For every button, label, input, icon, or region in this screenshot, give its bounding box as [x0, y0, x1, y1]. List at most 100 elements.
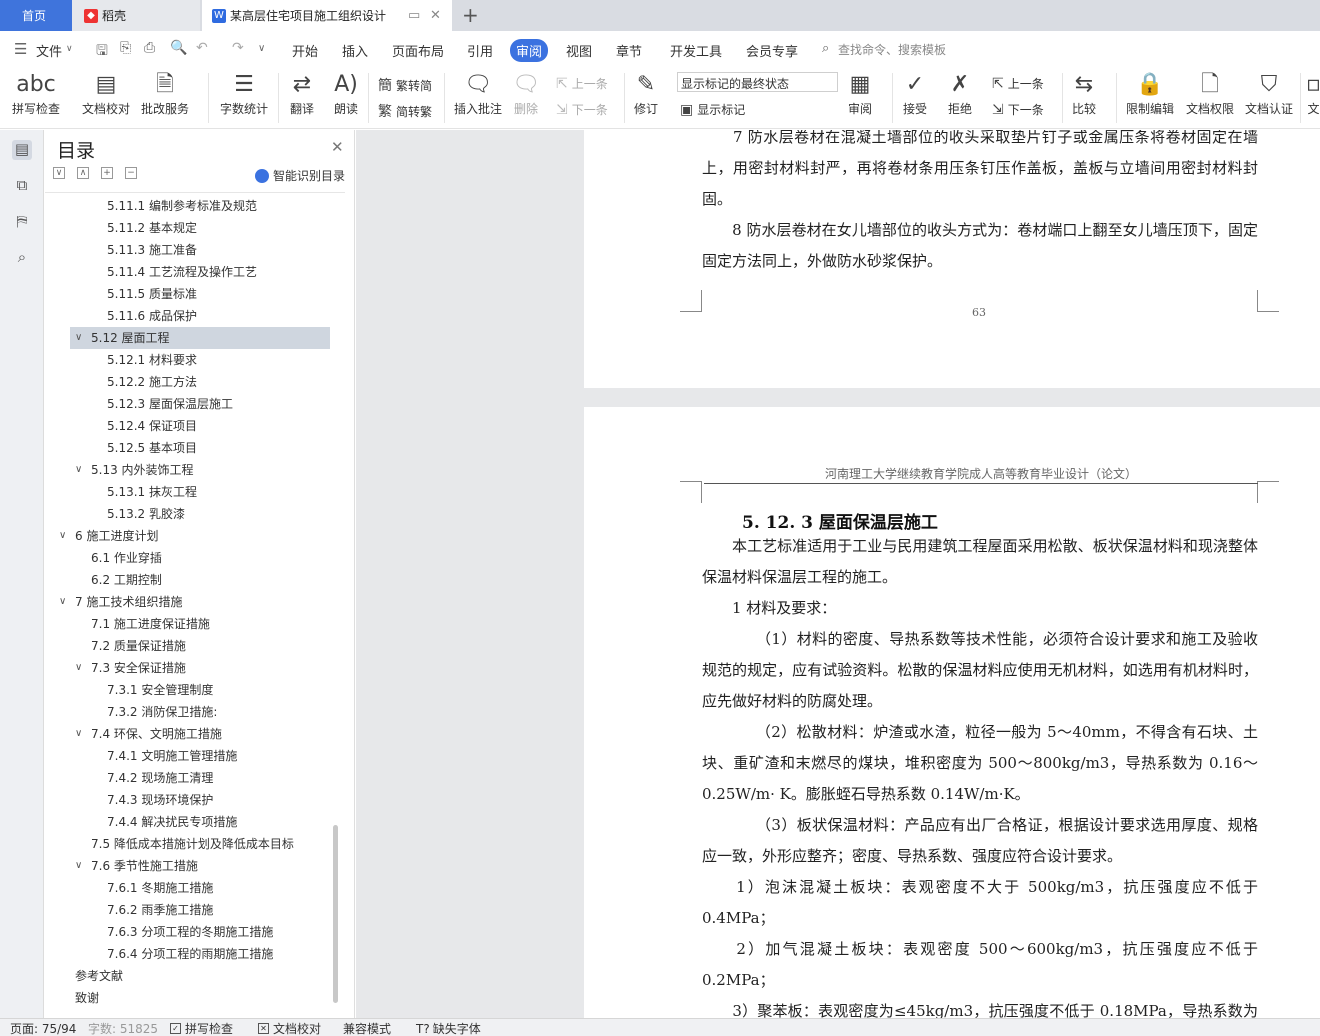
paragraph[interactable]: 8 防水层卷材在女儿墙部位的收头方式为：卷材端口上翻至女儿墙压顶下，固定固定方法… — [702, 215, 1258, 277]
print-icon[interactable]: ⎙ — [144, 40, 155, 56]
chevron-down-icon[interactable]: ∨ — [59, 591, 66, 613]
search-icon[interactable]: ⌕ — [12, 248, 32, 268]
toc-item[interactable]: 5.13.1 抹灰工程 — [107, 481, 197, 503]
simp-to-trad-button[interactable]: 繁简转繁 — [378, 101, 432, 121]
file-chevron-down-icon[interactable]: ∨ — [66, 44, 73, 54]
print-preview-icon[interactable]: 🔍 — [170, 40, 187, 56]
save-icon[interactable]: 🖫 — [96, 40, 108, 64]
word-count-button[interactable]: ☰ 字数统计 — [220, 70, 268, 117]
export-icon[interactable]: ⎘ — [120, 40, 131, 56]
toc-item[interactable]: 5.11.1 编制参考标准及规范 — [107, 195, 257, 217]
toc-item[interactable]: 6.2 工期控制 — [91, 569, 162, 591]
toc-item[interactable]: 7.4.4 解决扰民专项措施 — [107, 811, 237, 833]
expand-all-icon[interactable]: ∧ — [77, 167, 89, 179]
toc-item[interactable]: ∨ 7.4 环保、文明施工措施 — [75, 723, 222, 745]
toc-item[interactable]: 5.11.4 工艺流程及操作工艺 — [107, 261, 257, 283]
tab-document[interactable]: W 某高层住宅项目施工组织设计 ▭ ✕ — [202, 0, 452, 31]
menu-review[interactable]: 审阅 — [510, 39, 549, 62]
insert-comment-button[interactable]: 🗨 插入批注 — [454, 70, 502, 117]
menu-chapter[interactable]: 章节 — [616, 41, 642, 60]
chevron-down-icon[interactable]: ∨ — [75, 855, 82, 877]
chevron-down-icon[interactable]: ∨ — [75, 723, 82, 745]
section-heading[interactable]: 5. 12. 3 屋面保温层施工 — [742, 508, 938, 533]
next-change-button[interactable]: ⇲ 下一条 — [992, 101, 1044, 118]
paragraph[interactable]: （1）材料的密度、导热系数等技术性能，必须符合设计要求和施工及验收规范的规定，应… — [702, 624, 1258, 717]
translate-button[interactable]: ⇄ 翻译 — [290, 70, 314, 117]
paragraph[interactable]: 3）聚苯板：表观密度为≤45kg/m3，抗压强度不低于 0.18MPa，导热系数… — [702, 996, 1258, 1018]
toc-item[interactable]: 5.11.3 施工准备 — [107, 239, 197, 261]
toc-item[interactable]: 5.12.2 施工方法 — [107, 371, 197, 393]
toc-item[interactable]: 7.3.2 消防保卫措施: — [107, 701, 217, 723]
toc-item[interactable]: 5.12.5 基本项目 — [107, 437, 197, 459]
markup-state-select[interactable]: 显示标记的最终状态 — [677, 72, 838, 92]
paragraph[interactable]: 本工艺标准适用于工业与民用建筑工程屋面采用松散、板状保温材料和现浇整体保温材料保… — [702, 531, 1258, 593]
toc-item[interactable]: 7.4.2 现场施工清理 — [107, 767, 213, 789]
add-heading-icon[interactable]: + — [101, 167, 113, 179]
nav-pane-icon[interactable]: ⧉ — [12, 176, 32, 196]
toc-item[interactable]: 5.11.2 基本规定 — [107, 217, 197, 239]
accept-button[interactable]: ✓ 接受 — [903, 70, 927, 117]
menu-view[interactable]: 视图 — [566, 41, 592, 60]
undo-icon[interactable]: ↶ — [196, 40, 208, 56]
toc-item[interactable]: 7.5 降低成本措施计划及降低成本目标 — [91, 833, 294, 855]
toc-item[interactable]: 7.6.1 冬期施工措施 — [107, 877, 213, 899]
toc-item[interactable]: 7.3.1 安全管理制度 — [107, 679, 213, 701]
page-63-body[interactable]: 7 防水层卷材在混凝土墙部位的收头采取垫片钉子或金属压条将卷材固定在墙上，用密封… — [702, 130, 1258, 277]
tab-daoke[interactable]: ◆ 稻壳 — [72, 0, 200, 31]
toc-item[interactable]: 7.2 质量保证措施 — [91, 635, 186, 657]
toc-item[interactable]: 5.12.3 屋面保温层施工 — [107, 393, 233, 415]
toc-panel-icon[interactable]: ▤ — [12, 140, 32, 160]
toc-item[interactable]: ∨ 7.3 安全保证措施 — [75, 657, 186, 679]
toc-item[interactable]: 参考文献 — [75, 965, 123, 987]
chevron-down-icon[interactable]: ∨ — [75, 459, 82, 481]
toc-item[interactable]: 5.13.2 乳胶漆 — [107, 503, 185, 525]
show-markup-button[interactable]: ▣ 显示标记 — [680, 101, 745, 118]
prev-change-button[interactable]: ⇱ 上一条 — [992, 75, 1044, 92]
tab-pin-icon[interactable]: ▭ — [408, 8, 420, 23]
remove-heading-icon[interactable]: − — [125, 167, 137, 179]
doc-cert-button[interactable]: ⛉ 文档认证 — [1245, 70, 1293, 117]
read-aloud-button[interactable]: A) 朗读 — [334, 70, 358, 117]
menu-page-layout[interactable]: 页面布局 — [392, 41, 444, 60]
toc-item[interactable]: 5.12.4 保证项目 — [107, 415, 197, 437]
spell-check-button[interactable]: abc 拼写检查 — [12, 70, 60, 117]
paragraph[interactable]: 2）加气混凝土板块：表观密度 500～600kg/m3，抗压强度应不低于 0.2… — [702, 934, 1258, 996]
menu-member[interactable]: 会员专享 — [746, 41, 798, 60]
compare-button[interactable]: ⇆ 比较 — [1072, 70, 1096, 117]
close-icon[interactable]: ✕ — [331, 138, 344, 156]
tab-close-icon[interactable]: ✕ — [430, 8, 441, 23]
toc-item[interactable]: 致谢 — [75, 987, 99, 1009]
toc-item[interactable]: ∨ 5.12 屋面工程 — [75, 327, 170, 349]
toc-item[interactable]: 7.6.3 分项工程的冬期施工措施 — [107, 921, 273, 943]
chevron-down-icon[interactable]: ∨ — [75, 327, 82, 349]
toc-scrollbar[interactable] — [333, 825, 338, 1003]
paragraph[interactable]: 1 材料及要求： — [702, 593, 1258, 624]
batch-service-button[interactable]: 🗎 批改服务 — [141, 70, 189, 117]
paragraph[interactable]: （3）板状保温材料：产品应有出厂合格证，根据设计要求选用厚度、规格应一致，外形应… — [702, 810, 1258, 872]
prev-comment-button[interactable]: ⇱ 上一条 — [556, 75, 608, 92]
trad-to-simp-button[interactable]: 簡繁转简 — [378, 75, 432, 95]
chevron-down-icon[interactable]: ∨ — [75, 657, 82, 679]
ribbon-more-button[interactable]: ▫ 文 — [1306, 70, 1320, 117]
paragraph[interactable]: 7 防水层卷材在混凝土墙部位的收头采取垫片钉子或金属压条将卷材固定在墙上，用密封… — [702, 130, 1258, 215]
toc-item[interactable]: ∨ 7 施工技术组织措施 — [59, 591, 182, 613]
redo-icon[interactable]: ↷ — [232, 40, 244, 56]
page-indicator[interactable]: 页面: 75/94 — [10, 1020, 76, 1036]
toc-item[interactable]: 7.6.2 雨季施工措施 — [107, 899, 213, 921]
paragraph[interactable]: 1）泡沫混凝土板块：表观密度不大于 500kg/m3，抗压强度应不低于 0.4M… — [702, 872, 1258, 934]
toc-item[interactable]: 5.12.1 材料要求 — [107, 349, 197, 371]
tab-home[interactable]: 首页 — [0, 0, 72, 31]
toc-item[interactable]: ∨ 5.13 内外装饰工程 — [75, 459, 194, 481]
quick-access-more-icon[interactable]: ∨ — [258, 43, 265, 54]
track-changes-button[interactable]: ✎ 修订 — [634, 70, 658, 117]
toc-item[interactable]: 7.6.4 分项工程的雨期施工措施 — [107, 943, 273, 965]
toc-item[interactable]: 5.11.5 质量标准 — [107, 283, 197, 305]
word-count-indicator[interactable]: 字数: 51825 — [88, 1020, 158, 1036]
toc-item[interactable]: ∨ 7.6 季节性施工措施 — [75, 855, 198, 877]
file-menu[interactable]: 文件 — [36, 41, 62, 60]
page-64-body[interactable]: 本工艺标准适用于工业与民用建筑工程屋面采用松散、板状保温材料和现浇整体保温材料保… — [702, 531, 1258, 1018]
toc-item[interactable]: 7.1 施工进度保证措施 — [91, 613, 210, 635]
collapse-all-icon[interactable]: ∨ — [53, 167, 65, 179]
doc-permission-button[interactable]: 🗋 文档权限 — [1186, 70, 1234, 117]
toc-item[interactable]: ∨ 6 施工进度计划 — [59, 525, 158, 547]
